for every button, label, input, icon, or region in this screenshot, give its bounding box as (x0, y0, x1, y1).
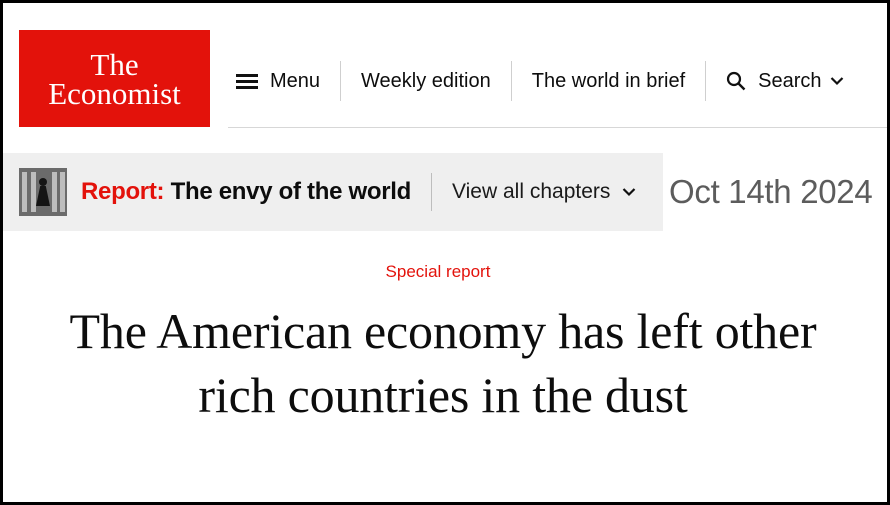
report-banner: Report: The envy of the world View all c… (3, 153, 663, 231)
report-title-text: The envy of the world (170, 178, 412, 205)
nav-divider-line (228, 127, 887, 128)
nav-divider (705, 61, 707, 101)
view-chapters-label: View all chapters (452, 180, 611, 203)
report-kicker: Report: (81, 178, 165, 205)
search-button[interactable]: Search (726, 61, 843, 101)
nav-divider (340, 61, 342, 101)
screenshot-frame: The Economist Menu Weekly edition The wo… (0, 0, 890, 505)
top-navigation: The Economist Menu Weekly edition The wo… (3, 3, 887, 129)
menu-label: Menu (270, 69, 321, 92)
search-icon (726, 71, 746, 91)
main-nav: Menu Weekly edition The world in brief S… (228, 59, 844, 103)
view-all-chapters-button[interactable]: View all chapters (452, 180, 636, 204)
article-headline: The American economy has left other rich… (69, 303, 817, 423)
report-title[interactable]: Report: The envy of the world (81, 178, 411, 206)
chevron-down-icon (622, 187, 636, 197)
economist-logo[interactable]: The Economist (19, 30, 210, 127)
weekly-edition-link[interactable]: Weekly edition (361, 61, 491, 101)
logo-line-1: The (90, 46, 139, 82)
report-thumbnail[interactable] (19, 168, 67, 216)
banner-divider (431, 173, 433, 211)
menu-button[interactable]: Menu (228, 61, 320, 101)
world-in-brief-link[interactable]: The world in brief (532, 61, 685, 101)
menu-icon (236, 73, 258, 89)
logo-line-2: Economist (48, 75, 181, 111)
chevron-down-icon (830, 76, 844, 86)
nav-divider (510, 61, 512, 101)
search-label: Search (758, 69, 822, 92)
publish-date: Oct 14th 2024 (669, 173, 873, 210)
section-label[interactable]: Special report (3, 262, 873, 282)
